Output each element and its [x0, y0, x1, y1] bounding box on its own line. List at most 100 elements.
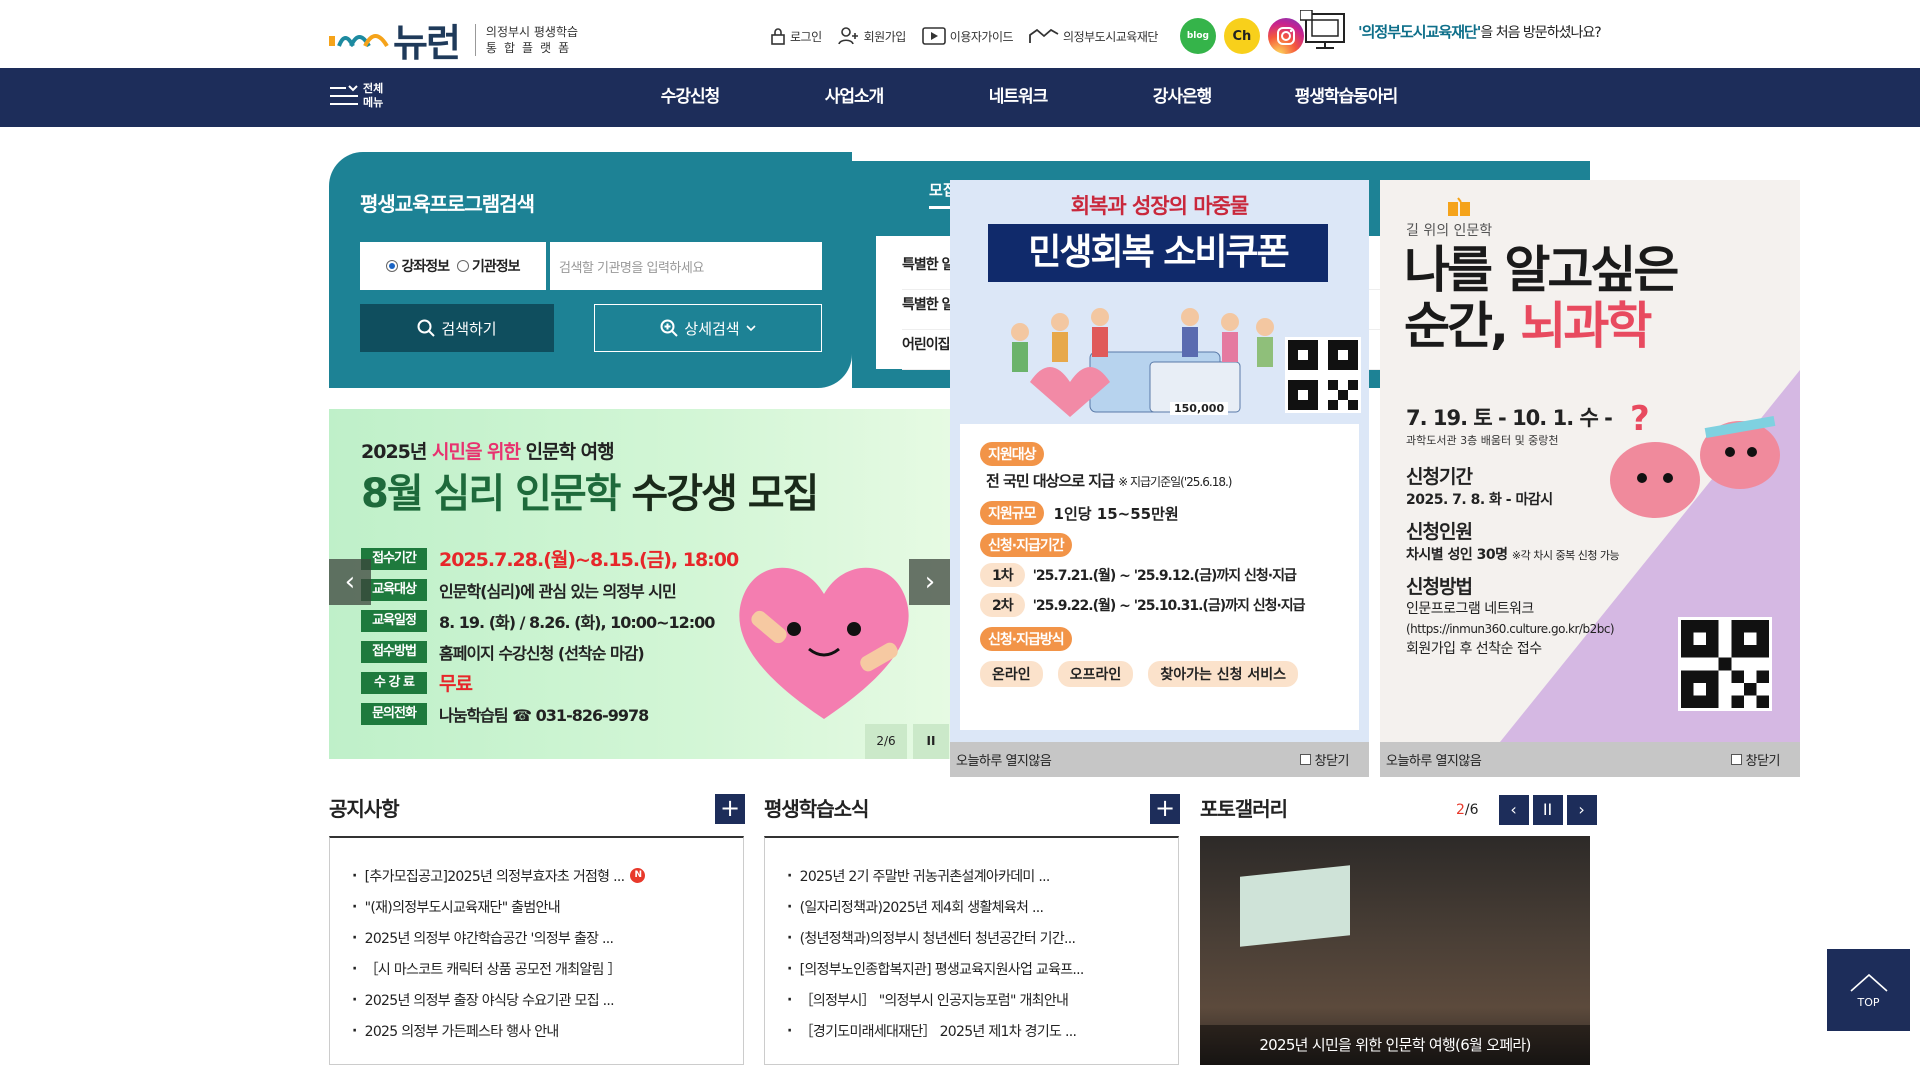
main-nav: 전체 메뉴 수강신청 사업소개 네트워크 강사은행 평생학습동아리 — [0, 68, 1920, 127]
gallery-controls: 2/6 ‹ II › — [1456, 795, 1597, 825]
banner-row-value: 2025.7.28.(월)~8.15.(금), 18:00 — [439, 549, 739, 571]
blog-icon[interactable]: blog — [1179, 18, 1216, 54]
gallery-photo[interactable]: 2025년 시민을 위한 인문학 여행(6월 오페라) — [1200, 836, 1590, 1065]
guide-label: 이용자가이드 — [949, 29, 1014, 44]
popup2-dont-show-today[interactable]: 오늘하루 열지않음 — [1386, 750, 1482, 769]
first-visit-link[interactable]: '의정부도시교육재단'을 처음 방문하셨나요? — [1300, 10, 1602, 52]
popup1-dont-show-today[interactable]: 오늘하루 열지않음 — [956, 750, 1052, 769]
utility-menu: 로그인 회원가입 이용자가이드 의정부도시교육재단 blog Ch — [770, 18, 1304, 54]
radio-dot[interactable] — [457, 260, 469, 272]
play-icon — [921, 27, 946, 45]
radio-course-label: 강좌정보 — [401, 259, 450, 275]
gallery-prev-button[interactable]: ‹ — [1498, 795, 1529, 825]
nav-item-about[interactable]: 사업소개 — [772, 68, 936, 127]
popup1-close-checkbox[interactable] — [1299, 754, 1311, 765]
radio-dot-checked[interactable] — [386, 260, 399, 272]
gnb-menu: 수강신청 사업소개 네트워크 강사은행 평생학습동아리 — [608, 68, 1428, 127]
banner-pager: 2/6 — [865, 724, 907, 759]
radio-institution-info[interactable]: 기관정보 — [457, 256, 521, 276]
signup-link[interactable]: 회원가입 — [837, 27, 906, 45]
login-link[interactable]: 로그인 — [770, 27, 822, 45]
guide-link[interactable]: 이용자가이드 — [921, 27, 1014, 45]
news-more-button[interactable]: + — [1150, 794, 1180, 824]
gallery-title[interactable]: 포토갤러리 — [1200, 793, 1288, 822]
nav-item-club[interactable]: 평생학습동아리 — [1264, 68, 1428, 127]
instagram-icon[interactable] — [1267, 18, 1304, 54]
nav-item-instructor-bank[interactable]: 강사은행 — [1100, 68, 1264, 127]
main-banner[interactable]: 2025년 시민을 위한 인문학 여행 8월 심리 인문학 수강생 모집 접수기… — [329, 409, 950, 759]
foundation-link[interactable]: 의정부도시교육재단 — [1029, 27, 1158, 45]
notice-item[interactable]: [추가모집공고]2025년 의정부효자초 거점형 ... N — [352, 860, 721, 891]
channel-icon[interactable]: Ch — [1223, 18, 1260, 54]
news-title[interactable]: 평생학습소식 — [764, 793, 869, 822]
gallery-pause-button[interactable]: II — [1532, 795, 1563, 825]
coupon-amount: 150,000 — [1170, 402, 1229, 415]
popup2-capacity-text: 차시별 성인 30명 — [1406, 547, 1508, 563]
tag-scale: 지원규모 — [980, 501, 1044, 525]
search-button[interactable]: 검색하기 — [360, 304, 554, 352]
banner-sub-post: 인문학 여행 — [520, 441, 615, 463]
banner-pause-button[interactable]: II — [913, 724, 949, 759]
nav-item-enroll[interactable]: 수강신청 — [608, 68, 772, 127]
popup1-target-note: ※ 지급기준일('25.6.18.) — [1118, 475, 1232, 489]
step-1-num: 1차 — [980, 563, 1025, 587]
popup1-close[interactable]: 창닫기 — [1299, 750, 1350, 769]
search-type-radios: 강좌정보 기관정보 — [360, 242, 546, 290]
banner-prev-button[interactable]: ‹ — [329, 559, 371, 605]
gallery-caption: 2025년 시민을 위한 인문학 여행(6월 오페라) — [1200, 1025, 1590, 1065]
news-list: 2025년 2기 주말반 귀농귀촌설계아카데미 ... (일자리정책과)2025… — [764, 836, 1179, 1065]
news-item[interactable]: (일자리정책과)2025년 제4회 생활체육처 ... — [787, 891, 1156, 922]
all-menu-line2: 메뉴 — [363, 96, 384, 109]
banner-subtitle: 2025년 시민을 위한 인문학 여행 — [361, 437, 615, 464]
notice-more-button[interactable]: + — [715, 794, 745, 824]
popup-brain-science[interactable]: 길 위의 인문학 나를 알고싶은 순간, 뇌과학 7. 19. 토 - 10. … — [1380, 180, 1800, 777]
gallery-next-button[interactable]: › — [1566, 795, 1597, 825]
zoom-in-icon — [660, 319, 679, 337]
popup2-title-a: 순간, — [1404, 297, 1521, 355]
news-item[interactable]: ［의정부시］ "의정부시 인공지능포럼" 개최안내 — [787, 984, 1156, 1015]
news-item[interactable]: [의정부노인종합복지관] 평생교육지원사업 교육프... — [787, 953, 1156, 984]
scroll-top-button[interactable]: TOP — [1827, 949, 1910, 1031]
logo-subtitle: 의정부시 평생학습 통합플랫폼 — [474, 23, 578, 56]
tag-method: 신청·지급방식 — [980, 627, 1072, 651]
detail-search-button[interactable]: 상세검색 — [594, 304, 822, 352]
lock-icon — [771, 28, 785, 45]
chart-icon — [1029, 28, 1059, 43]
news-item[interactable]: (청년정책과)의정부시 청년센터 청년공간터 기간... — [787, 922, 1156, 953]
notice-item[interactable]: 2025년 의정부 야간학습공간 '의정부 출장 ... — [352, 922, 721, 953]
radio-course-info[interactable]: 강좌정보 — [386, 256, 450, 276]
all-menu-line1: 전체 — [363, 82, 384, 95]
program-search-panel: 평생교육프로그램검색 강좌정보 기관정보 검색할 기관명을 입력하세요 검색하기… — [329, 152, 852, 388]
notice-item[interactable]: 2025 의정부 가든페스타 행사 안내 — [352, 1015, 721, 1046]
first-visit-text: '의정부도시교육재단'을 처음 방문하셨나요? — [1358, 21, 1602, 42]
banner-title: 8월 심리 인문학 수강생 모집 — [361, 461, 819, 519]
banner-row-value: 홈페이지 수강신청 (선착순 마감) — [439, 643, 645, 663]
popup1-target-text: 전 국민 대상으로 지급 — [986, 472, 1115, 490]
book-icon — [1448, 197, 1470, 216]
nav-item-network[interactable]: 네트워크 — [936, 68, 1100, 127]
notice-item[interactable]: ［시 마스코트 캐릭터 상품 공모전 개최알림 ］ — [352, 953, 721, 984]
logo[interactable]: 뉴런 의정부시 평생학습 통합플랫폼 — [329, 12, 578, 67]
popup2-method-3: 회원가입 후 선착순 접수 — [1406, 641, 1542, 657]
popup2-close-checkbox[interactable] — [1730, 754, 1742, 765]
popup1-method-block: 신청·지급방식 온라인 오프라인 찾아가는 신청 서비스 — [980, 627, 1339, 687]
news-item[interactable]: 2025년 2기 주말반 귀농귀촌설계아카데미 ... — [787, 860, 1156, 891]
notice-item[interactable]: "(재)의정부도시교육재단" 출범안내 — [352, 891, 721, 922]
notice-item[interactable]: 2025년 의정부 출장 야식당 수요기관 모집 ... — [352, 984, 721, 1015]
search-title: 평생교육프로그램검색 — [360, 192, 535, 216]
all-menu-button[interactable]: 전체 메뉴 — [329, 82, 383, 110]
search-button-label: 검색하기 — [441, 319, 497, 338]
foundation-label: 의정부도시교육재단 — [1063, 29, 1158, 44]
news-item[interactable]: ［경기도미래세대재단］ 2025년 제1차 경기도 ... — [787, 1015, 1156, 1046]
notice-title[interactable]: 공지사항 — [329, 793, 400, 822]
step-1-text: '25.7.21.(월) ~ '25.9.12.(금)까지 신청·지급 — [1032, 568, 1297, 584]
pill-offline: 오프라인 — [1057, 661, 1134, 687]
banner-next-button[interactable]: › — [909, 559, 950, 605]
banner-row: 접수기간 2025.7.28.(월)~8.15.(금), 18:00 — [361, 543, 739, 574]
popup1-info-card: 지원대상 전 국민 대상으로 지급 ※ 지급기준일('25.6.18.) 지원규… — [960, 424, 1359, 730]
search-input[interactable]: 검색할 기관명을 입력하세요 — [550, 242, 822, 290]
popup-consumption-coupon[interactable]: 회복과 성장의 마중물 민생회복 소비쿠폰 150,000 지원대상 전 국민 … — [950, 180, 1369, 777]
all-menu-label: 전체 메뉴 — [363, 82, 383, 110]
popup1-pills: 온라인 오프라인 찾아가는 신청 서비스 — [980, 661, 1339, 687]
popup2-close[interactable]: 창닫기 — [1730, 750, 1781, 769]
